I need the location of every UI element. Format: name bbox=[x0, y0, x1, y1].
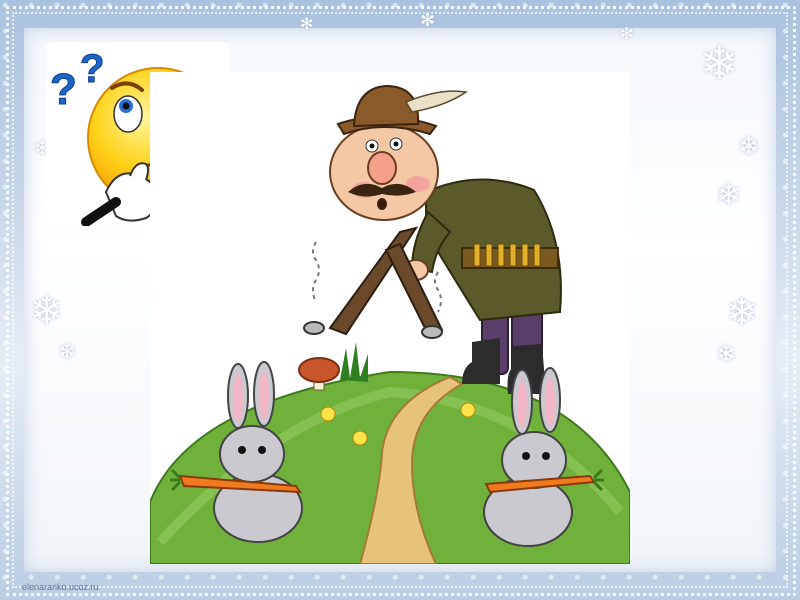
snowflake-icon: ❄ bbox=[726, 290, 758, 334]
snowflake-icon: ❄ bbox=[716, 178, 742, 213]
snowflake-icon: ❄ bbox=[738, 132, 760, 162]
snowflake-icon: ❄ bbox=[716, 340, 737, 368]
watermark-text: elenaranko.ucoz.ru bbox=[22, 582, 99, 592]
snowflake-icon: ✻ bbox=[420, 10, 436, 31]
snowflake-icon: ✻ bbox=[300, 14, 314, 33]
hunter-illustration bbox=[149, 72, 631, 565]
snowflake-icon: ❄ bbox=[30, 288, 64, 334]
hunter-and-rabbits-picture bbox=[149, 84, 631, 565]
slide-frame: ❄ ❄ ❄ ❄ ❄ ❄ ❄ ❄ ✻ ✻ ✻ ? ? elenaranko.uco… bbox=[0, 0, 800, 600]
snowflake-icon: ❄ bbox=[58, 340, 77, 365]
snowflake-icon: ❄ bbox=[700, 36, 739, 90]
snowflake-icon: ✻ bbox=[620, 24, 634, 43]
question-mark-icon: ? bbox=[80, 47, 104, 91]
question-mark-icon: ? bbox=[50, 65, 77, 114]
